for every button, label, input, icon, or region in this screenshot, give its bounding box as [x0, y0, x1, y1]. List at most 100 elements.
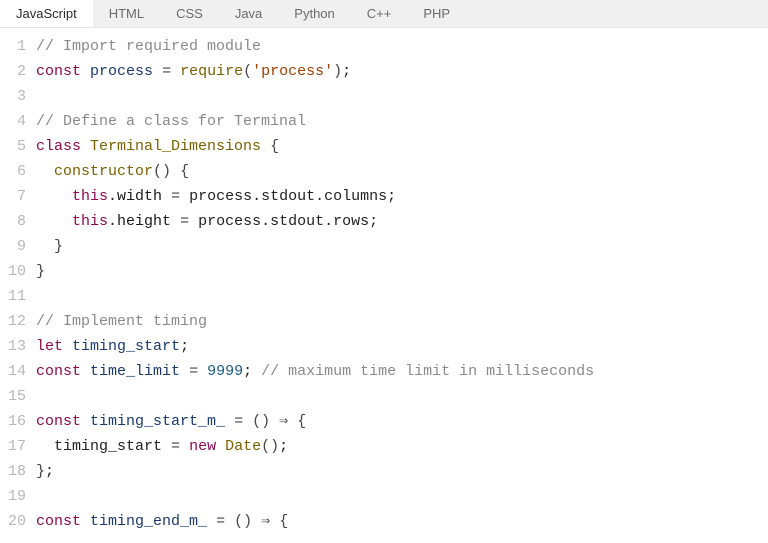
token: (: [243, 63, 252, 80]
tab-cplusplus[interactable]: C++: [351, 0, 408, 27]
code-editor: 1234567891011121314151617181920 // Impor…: [0, 28, 768, 534]
line-number: 12: [0, 309, 26, 334]
line-number: 8: [0, 209, 26, 234]
line-number-gutter: 1234567891011121314151617181920: [0, 34, 36, 534]
token: (): [252, 413, 270, 430]
token: .: [108, 213, 117, 230]
token: [81, 513, 90, 530]
token: =: [216, 513, 225, 530]
token: [252, 513, 261, 530]
token: ;: [45, 463, 54, 480]
line-number: 20: [0, 509, 26, 534]
token: timing_start_m_: [90, 413, 225, 430]
token: =: [189, 363, 198, 380]
code-line: this.height = process.stdout.rows;: [36, 209, 768, 234]
token: timing_start: [72, 338, 180, 355]
token: ): [333, 63, 342, 80]
token: timing_start: [36, 438, 171, 455]
token: ;: [180, 338, 189, 355]
tab-java[interactable]: Java: [219, 0, 278, 27]
token: [288, 413, 297, 430]
token: [171, 63, 180, 80]
line-number: 17: [0, 434, 26, 459]
token: // Define a class for Terminal: [36, 113, 306, 130]
code-line: // Implement timing: [36, 309, 768, 334]
language-tabs: JavaScriptHTMLCSSJavaPythonC++PHP: [0, 0, 768, 28]
code-content[interactable]: // Import required module const process =…: [36, 34, 768, 534]
tab-javascript[interactable]: JavaScript: [0, 0, 93, 27]
token: Date: [225, 438, 261, 455]
token: (): [153, 163, 171, 180]
token: =: [162, 63, 171, 80]
token: {: [180, 163, 189, 180]
token: =: [180, 213, 189, 230]
token: [36, 213, 72, 230]
line-number: 1: [0, 34, 26, 59]
token: this: [72, 213, 108, 230]
code-line: const time_limit = 9999; // maximum time…: [36, 359, 768, 384]
line-number: 14: [0, 359, 26, 384]
token: (): [234, 513, 252, 530]
line-number: 6: [0, 159, 26, 184]
line-number: 9: [0, 234, 26, 259]
token: [81, 138, 90, 155]
token: process.stdout.columns;: [180, 188, 396, 205]
code-line: [36, 484, 768, 509]
token: (): [261, 438, 279, 455]
line-number: 13: [0, 334, 26, 359]
token: const: [36, 363, 81, 380]
code-line: class Terminal_Dimensions {: [36, 134, 768, 159]
token: process.stdout.rows;: [189, 213, 378, 230]
code-line: // Import required module: [36, 34, 768, 59]
token: [171, 213, 180, 230]
token: class: [36, 138, 81, 155]
code-line: };: [36, 459, 768, 484]
line-number: 18: [0, 459, 26, 484]
token: let: [36, 338, 63, 355]
token: ;: [243, 363, 261, 380]
token: [63, 338, 72, 355]
token: [207, 513, 216, 530]
code-line: [36, 284, 768, 309]
token: // maximum time limit in milliseconds: [261, 363, 594, 380]
token: }: [36, 463, 45, 480]
token: {: [297, 413, 306, 430]
tab-html[interactable]: HTML: [93, 0, 160, 27]
token: [225, 413, 234, 430]
token: process: [90, 63, 153, 80]
token: [261, 138, 270, 155]
token: }: [36, 263, 45, 280]
token: Terminal_Dimensions: [90, 138, 261, 155]
tab-php[interactable]: PHP: [407, 0, 466, 27]
token: ⇒: [261, 513, 270, 530]
code-line: constructor() {: [36, 159, 768, 184]
token: [171, 163, 180, 180]
token: [180, 363, 189, 380]
token: [36, 188, 72, 205]
token: }: [54, 238, 63, 255]
code-line: }: [36, 234, 768, 259]
token: [270, 513, 279, 530]
token: [216, 438, 225, 455]
code-line: const timing_start_m_ = () ⇒ {: [36, 409, 768, 434]
token: const: [36, 513, 81, 530]
token: require: [180, 63, 243, 80]
token: height: [117, 213, 171, 230]
token: [81, 63, 90, 80]
token: [180, 438, 189, 455]
code-line: let timing_start;: [36, 334, 768, 359]
token: 9999: [207, 363, 243, 380]
token: .: [108, 188, 117, 205]
line-number: 4: [0, 109, 26, 134]
token: 'process': [252, 63, 333, 80]
token: [243, 413, 252, 430]
token: this: [72, 188, 108, 205]
line-number: 2: [0, 59, 26, 84]
line-number: 10: [0, 259, 26, 284]
token: [225, 513, 234, 530]
token: new: [189, 438, 216, 455]
token: ;: [279, 438, 288, 455]
tab-css[interactable]: CSS: [160, 0, 219, 27]
token: const: [36, 63, 81, 80]
tab-python[interactable]: Python: [278, 0, 350, 27]
